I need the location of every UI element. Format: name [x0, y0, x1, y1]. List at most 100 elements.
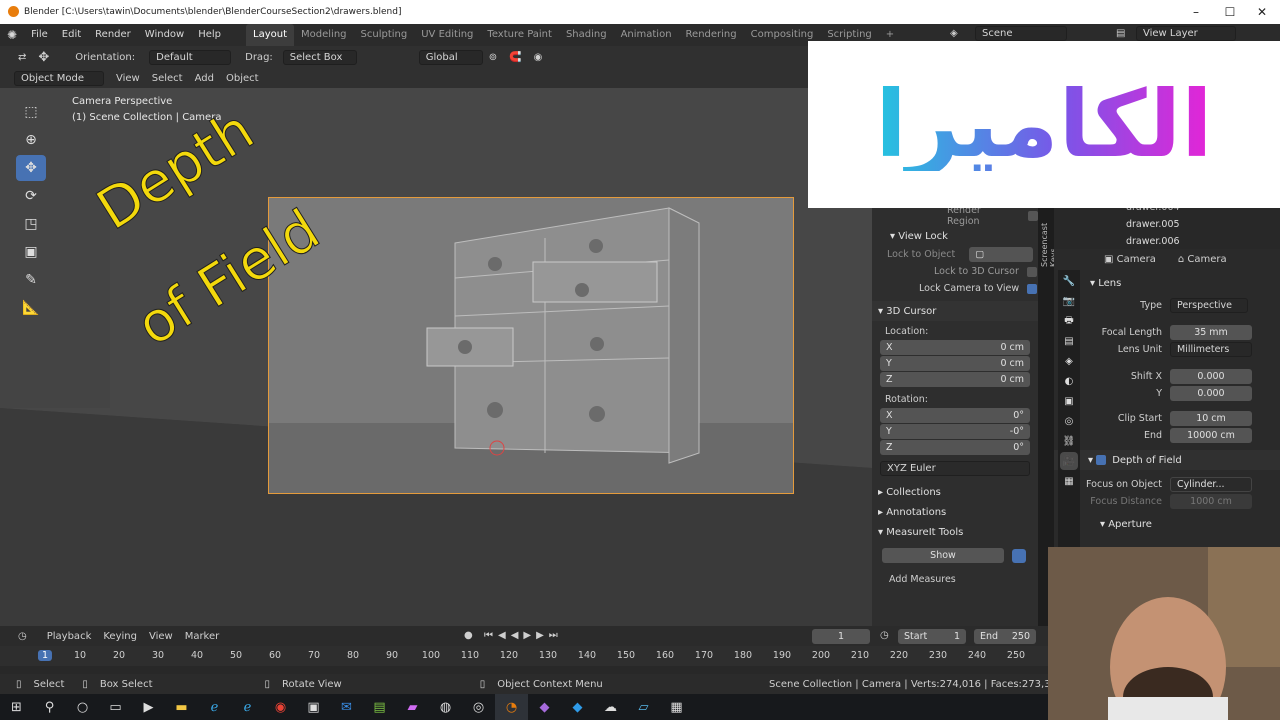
move-tool-icon[interactable]: ✥ [16, 155, 46, 181]
tab-modeling[interactable]: Modeling [294, 24, 354, 46]
focal-length-field[interactable]: 35 mm [1170, 325, 1252, 340]
ghost-icon[interactable] [1012, 548, 1026, 563]
dof-checkbox[interactable] [1096, 455, 1107, 465]
end-frame-field[interactable]: End 250 [974, 629, 1036, 644]
lens-panel-header[interactable]: ▾ Lens [1054, 273, 1280, 293]
outliner-item[interactable]: drawer.006 [1054, 233, 1280, 250]
tab-sculpting[interactable]: Sculpting [354, 24, 415, 46]
calculator-icon[interactable]: ▦ [660, 694, 693, 720]
paint-icon[interactable]: ◍ [429, 694, 462, 720]
close-button[interactable]: ✕ [1244, 0, 1280, 24]
cursor-rot-z[interactable]: Z 0° [880, 440, 1030, 455]
menu-object[interactable]: Object [220, 73, 265, 84]
annotate-tool-icon[interactable]: ✎ [16, 267, 46, 293]
menu-render[interactable]: Render [88, 24, 138, 46]
cursor-rot-x[interactable]: X 0° [880, 408, 1030, 423]
transform-orientation-dropdown[interactable]: Global [418, 49, 483, 65]
cursor-rot-y[interactable]: Y -0° [880, 424, 1030, 439]
maximize-button[interactable]: ☐ [1212, 0, 1248, 24]
lock-3d-cursor-checkbox[interactable] [1026, 266, 1037, 277]
vscode-icon[interactable]: ◆ [561, 694, 594, 720]
menu-timeline-view[interactable]: View [143, 631, 179, 642]
pivot-icon[interactable]: ⊚ [483, 52, 503, 63]
preview-range-icon[interactable]: ◷ [880, 630, 889, 641]
start-frame-field[interactable]: Start 1 [898, 629, 966, 644]
notepad-icon[interactable]: ▤ [363, 694, 396, 720]
file-explorer-icon[interactable]: ▬ [165, 694, 198, 720]
timeline-ruler[interactable]: 1 10 20 30 40 50 60 70 80 90 100 110 120 130 140 150 160… [0, 646, 1048, 666]
rotate-tool-icon[interactable]: ⟳ [16, 183, 46, 209]
lock-object-field[interactable]: ▢ [969, 247, 1034, 262]
menu-window[interactable]: Window [138, 24, 191, 46]
view-layer-selector[interactable]: View Layer [1136, 26, 1236, 41]
menu-view[interactable]: View [110, 73, 146, 84]
collections-header[interactable]: ▸ Collections [872, 482, 1038, 502]
move-tool-icon[interactable]: ✥ [32, 50, 55, 65]
menu-select[interactable]: Select [146, 73, 189, 84]
lock-camera-checkbox[interactable] [1027, 283, 1038, 294]
measureit-show-button[interactable]: Show [882, 548, 1004, 563]
notes-icon[interactable]: ▱ [627, 694, 660, 720]
powershell-icon[interactable]: ▶ [132, 694, 165, 720]
cursor-tool-icon[interactable]: ⊕ [16, 127, 46, 153]
obs-icon[interactable]: ◎ [462, 694, 495, 720]
constraints-tab-icon[interactable]: ⛓ [1060, 432, 1078, 450]
clip-end-field[interactable]: 10000 cm [1170, 428, 1252, 443]
mail-icon[interactable]: ✉ [330, 694, 363, 720]
3d-cursor-header[interactable]: ▾ 3D Cursor [872, 301, 1038, 321]
tab-rendering[interactable]: Rendering [679, 24, 744, 46]
menu-edit[interactable]: Edit [55, 24, 88, 46]
object-tab-icon[interactable]: ▣ [1060, 392, 1078, 410]
record-icon[interactable]: ● [464, 630, 473, 641]
lens-type-dropdown[interactable]: Perspective [1170, 298, 1248, 313]
rotation-mode-dropdown[interactable]: XYZ Euler [880, 461, 1030, 476]
texture-tab-icon[interactable]: ▦ [1060, 472, 1078, 490]
screensketch-icon[interactable]: ☁ [594, 694, 627, 720]
store-icon[interactable]: ▣ [297, 694, 330, 720]
lens-unit-dropdown[interactable]: Millimeters [1170, 342, 1252, 357]
render-tab-icon[interactable]: 📷 [1060, 292, 1078, 310]
tab-animation[interactable]: Animation [614, 24, 679, 46]
shift-x-field[interactable]: 0.000 [1170, 369, 1252, 384]
aperture-header[interactable]: ▾ Aperture [1054, 514, 1280, 534]
measureit-header[interactable]: ▾ MeasureIt Tools [872, 522, 1038, 542]
scene-selector[interactable]: Scene [975, 26, 1067, 41]
edge-legacy-icon[interactable]: ℯ [231, 694, 264, 720]
tool-settings-icon[interactable]: ⇄ [12, 52, 32, 63]
snap-icon[interactable]: 🧲 [503, 52, 527, 63]
menu-add[interactable]: Add [189, 73, 220, 84]
select-box-tool-icon[interactable]: ⬚ [16, 99, 46, 125]
measure-tool-icon[interactable]: 📐 [16, 295, 46, 321]
transform-tool-icon[interactable]: ▣ [16, 239, 46, 265]
mode-dropdown[interactable]: Object Mode [14, 70, 104, 86]
render-region-checkbox[interactable] [1028, 210, 1038, 221]
cursor-loc-x[interactable]: X0 cm [880, 340, 1030, 355]
menu-file[interactable]: File [24, 24, 55, 46]
orientation-dropdown[interactable]: Default [149, 49, 232, 65]
start-icon[interactable]: ⊞ [0, 694, 33, 720]
output-tab-icon[interactable]: 🖶 [1060, 312, 1078, 330]
timeline-area[interactable] [0, 666, 1048, 674]
chrome-icon[interactable]: ◉ [264, 694, 297, 720]
visual-studio-icon[interactable]: ◆ [528, 694, 561, 720]
annotations-header[interactable]: ▸ Annotations [872, 502, 1038, 522]
blender-menu-icon[interactable]: ✺ [0, 24, 24, 46]
menu-keying[interactable]: Keying [97, 631, 143, 642]
menu-help[interactable]: Help [191, 24, 228, 46]
search-icon[interactable]: ⚲ [33, 694, 66, 720]
tab-uv-editing[interactable]: UV Editing [414, 24, 480, 46]
clip-start-field[interactable]: 10 cm [1170, 411, 1252, 426]
menu-playback[interactable]: Playback [41, 631, 98, 642]
cursor-loc-y[interactable]: Y0 cm [880, 356, 1030, 371]
cortana-icon[interactable]: ○ [66, 694, 99, 720]
scene-tab-icon[interactable]: ◈ [1060, 352, 1078, 370]
menu-marker[interactable]: Marker [179, 631, 226, 642]
tool-tab-icon[interactable]: 🔧 [1060, 272, 1078, 290]
blender-taskbar-icon[interactable]: ◔ [495, 694, 528, 720]
view-layer-tab-icon[interactable]: ▤ [1060, 332, 1078, 350]
scale-tool-icon[interactable]: ◳ [16, 211, 46, 237]
physics-tab-icon[interactable]: ◎ [1060, 412, 1078, 430]
current-frame-field[interactable]: 1 [812, 629, 870, 644]
drag-dropdown[interactable]: Select Box [282, 49, 357, 65]
playback-controls-icon[interactable]: ⏮◀◀▶▶⏭ [484, 630, 563, 641]
